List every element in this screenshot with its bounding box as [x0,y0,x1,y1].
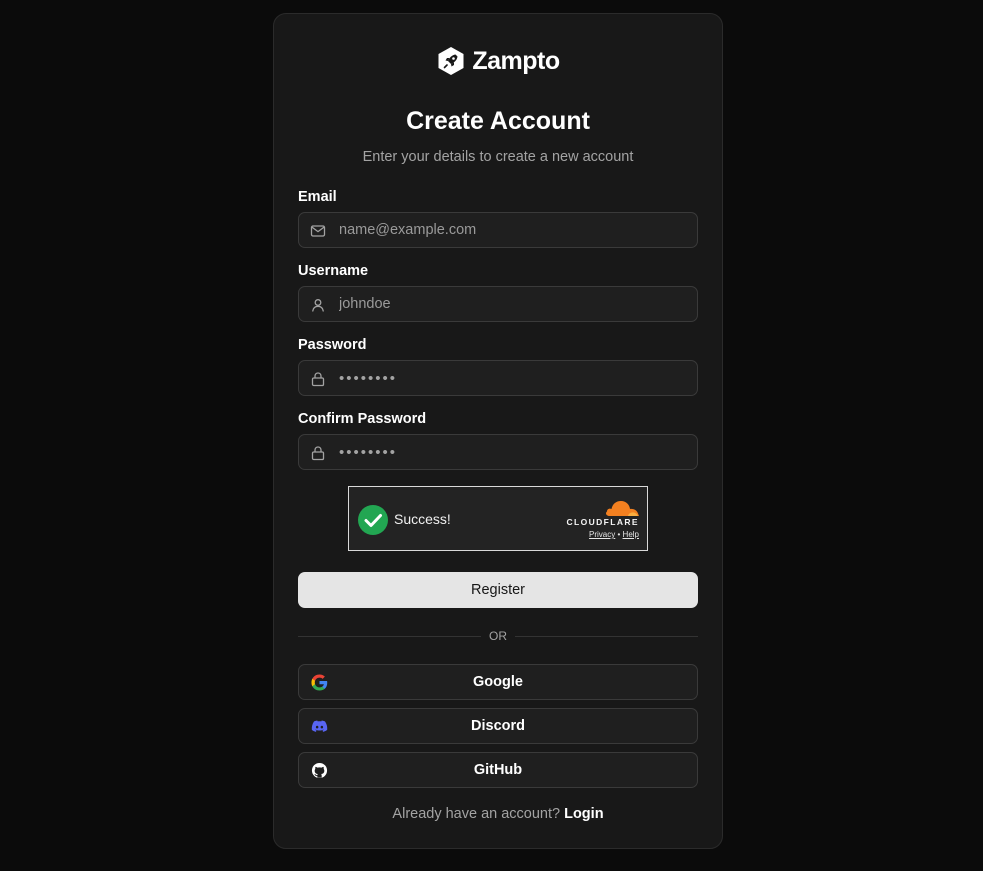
confirm-password-label: Confirm Password [298,411,427,427]
password-input[interactable] [339,361,689,395]
email-field-wrapper [298,212,698,248]
github-button-label: GitHub [473,762,523,778]
password-field-wrapper [298,360,698,396]
or-divider: OR [298,627,698,645]
discord-icon [311,720,328,732]
confirm-password-field-wrapper [298,434,698,470]
page-subtitle: Enter your details to create a new accou… [362,149,634,165]
cloudflare-wordmark: CLOUDFLARE [566,517,639,527]
confirm-password-input[interactable] [339,435,689,469]
discord-button-label: Discord [471,718,525,734]
password-label: Password [298,337,367,353]
rocket-hexagon-icon [438,47,464,75]
user-icon [312,299,324,312]
brand-name: Zampto [472,46,560,75]
login-prompt: Already have an account? Login [274,806,722,822]
email-input[interactable] [339,213,689,247]
username-label: Username [298,263,369,279]
register-card: Zampto Create Account Enter your details… [273,13,723,849]
register-button[interactable]: Register [298,572,698,608]
help-link[interactable]: Help [623,530,639,539]
login-prompt-text: Already have an account? [392,806,561,822]
privacy-link[interactable]: Privacy [589,530,615,539]
email-label: Email [298,189,337,205]
divider-line-right [515,636,698,637]
captcha-status: Success! [394,511,451,527]
google-login-button[interactable]: Google [298,664,698,700]
github-login-button[interactable]: GitHub [298,752,698,788]
username-input[interactable] [339,287,689,321]
captcha-links: Privacy • Help [589,530,639,539]
google-icon [311,674,328,691]
cloudflare-cloud-icon [606,501,639,516]
lock-icon [311,372,325,387]
success-check-icon [358,505,388,535]
google-button-label: Google [473,674,523,690]
username-field-wrapper [298,286,698,322]
discord-login-button[interactable]: Discord [298,708,698,744]
mail-icon [310,225,326,237]
login-link[interactable]: Login [564,806,603,822]
github-icon [311,762,328,779]
lock-icon [311,446,325,461]
brand-logo[interactable]: Zampto [274,46,722,76]
cloudflare-turnstile[interactable]: Success! CLOUDFLARE Privacy • Help [348,486,648,551]
page-title: Create Account [406,107,590,135]
links-separator: • [617,530,621,539]
